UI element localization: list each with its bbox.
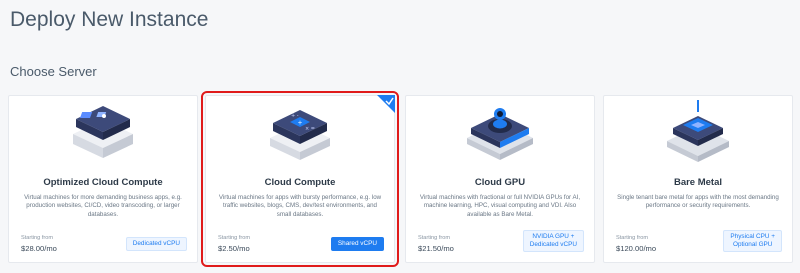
badge-line: NVIDIA GPU + xyxy=(532,233,575,240)
card-title: Bare Metal xyxy=(673,177,723,188)
price-value: $120.00/mo xyxy=(616,244,657,253)
price-value: $2.50/mo xyxy=(218,244,250,253)
svg-text:+: + xyxy=(298,120,303,127)
server-card-bare-metal[interactable]: Bare Metal Single tenant bare metal for … xyxy=(603,95,793,263)
badge-line: Optional GPU xyxy=(732,241,773,248)
price-label: Starting from xyxy=(21,235,54,241)
card-description: Single tenant bare metal for apps with t… xyxy=(617,194,779,210)
badge-line: Dedicated vCPU xyxy=(529,241,577,248)
server-card-optimized-cloud-compute[interactable]: Optimized Cloud Compute Virtual machines… xyxy=(8,95,198,263)
svg-text:× =: × = xyxy=(305,126,315,132)
cpu-badge: Physical CPU + Optional GPU xyxy=(723,230,782,252)
price-label: Starting from xyxy=(218,235,251,241)
section-title: Choose Server xyxy=(10,64,97,79)
price-value: $21.50/mo xyxy=(418,244,454,253)
price-label: Starting from xyxy=(616,235,649,241)
gpu-icon xyxy=(467,108,533,160)
badge-line: Physical CPU + xyxy=(730,233,775,240)
server-stack-icon: + - × = + xyxy=(270,110,330,160)
card-description: Virtual machines for apps with bursty pe… xyxy=(218,194,382,218)
card-description: Virtual machines with fractional or full… xyxy=(419,194,581,218)
card-title: Cloud GPU xyxy=(474,177,526,188)
server-card-cloud-gpu[interactable]: Cloud GPU Virtual machines with fraction… xyxy=(405,95,595,263)
gpu-badge: NVIDIA GPU + Dedicated vCPU xyxy=(522,230,584,252)
price-label: Starting from xyxy=(418,235,451,241)
vcpu-badge: Dedicated vCPU xyxy=(125,237,187,251)
card-title: Cloud Compute xyxy=(264,177,336,188)
price-value: $28.00/mo xyxy=(21,244,57,253)
page-title: Deploy New Instance xyxy=(10,8,209,31)
server-card-cloud-compute[interactable]: + - × = + Cloud Compute Virtual machines… xyxy=(201,91,399,267)
chip-icon xyxy=(667,100,729,162)
card-title: Optimized Cloud Compute xyxy=(43,177,163,188)
card-description: Virtual machines for more demanding busi… xyxy=(24,194,182,218)
server-stack-icon xyxy=(73,106,133,158)
vcpu-badge: Shared vCPU xyxy=(330,237,384,251)
svg-text:+ -: + - xyxy=(291,113,299,119)
selected-check-icon xyxy=(377,95,395,113)
